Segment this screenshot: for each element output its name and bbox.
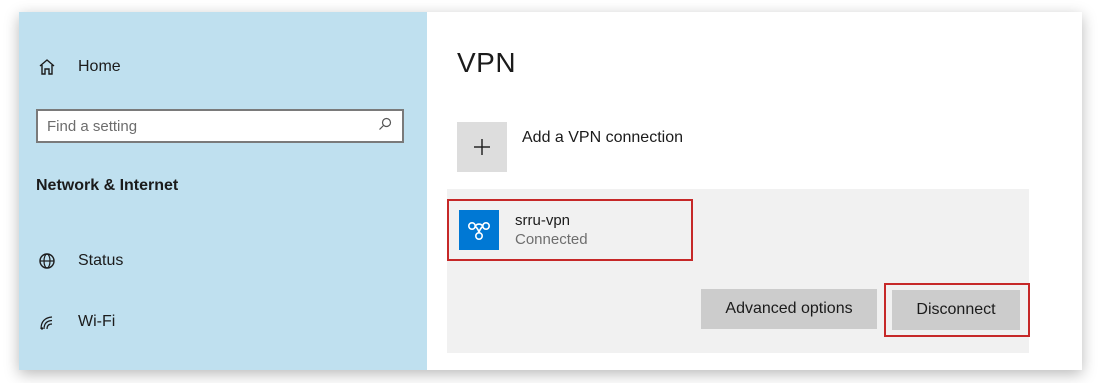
- sidebar-item-status[interactable]: Status: [36, 250, 123, 272]
- sidebar-item-label: Status: [78, 252, 124, 269]
- sidebar: Home Find a setting Network & Internet S…: [19, 12, 427, 370]
- page-title: VPN: [457, 47, 517, 78]
- sidebar-item-label: Wi-Fi: [78, 313, 116, 330]
- main-content: VPN Add a VPN connection srru-vpn Connec…: [427, 12, 1082, 370]
- vpn-connection-item[interactable]: srru-vpn Connected: [447, 199, 693, 261]
- search-input[interactable]: Find a setting: [36, 109, 404, 143]
- search-placeholder: Find a setting: [47, 117, 138, 135]
- vpn-connection-panel: srru-vpn Connected Advanced options Disc…: [447, 189, 1030, 353]
- home-icon: [36, 56, 58, 78]
- vpn-connection-status: Connected: [515, 231, 588, 248]
- sidebar-item-label: Home: [78, 58, 121, 75]
- advanced-options-button[interactable]: Advanced options: [701, 289, 877, 329]
- vpn-icon: [459, 210, 499, 250]
- vpn-connection-name: srru-vpn: [515, 211, 571, 229]
- search-icon[interactable]: [378, 117, 392, 136]
- settings-window: Home Find a setting Network & Internet S…: [19, 12, 1082, 370]
- wifi-icon: [36, 311, 58, 333]
- add-vpn-label: Add a VPN connection: [522, 129, 683, 146]
- disconnect-highlight: Disconnect: [884, 283, 1030, 337]
- section-heading: Network & Internet: [36, 177, 179, 194]
- add-vpn-connection[interactable]: Add a VPN connection: [457, 122, 683, 172]
- sidebar-item-wifi[interactable]: Wi-Fi: [36, 311, 115, 333]
- sidebar-item-home[interactable]: Home: [36, 56, 121, 78]
- globe-icon: [36, 250, 58, 272]
- disconnect-button[interactable]: Disconnect: [892, 290, 1020, 330]
- plus-icon[interactable]: [457, 122, 507, 172]
